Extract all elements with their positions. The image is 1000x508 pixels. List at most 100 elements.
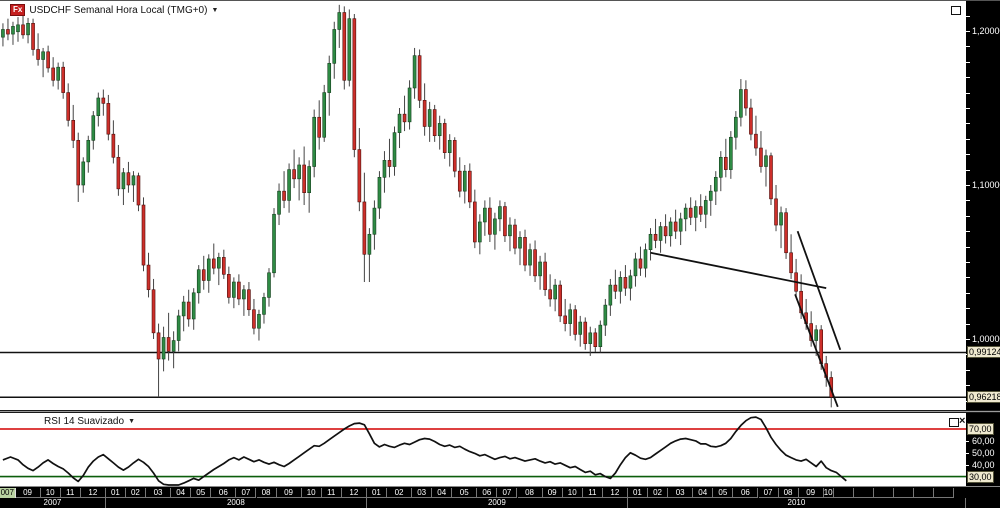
- candle-up: [232, 281, 236, 298]
- candle-down: [21, 24, 25, 36]
- month-cell: 07: [758, 488, 779, 498]
- candle-down: [593, 332, 598, 347]
- month-cell: 11: [582, 488, 603, 498]
- candle-up: [392, 132, 397, 167]
- candle-down: [613, 284, 618, 292]
- candle-up: [287, 169, 291, 201]
- candle-down: [136, 175, 141, 206]
- month-cell: 10: [40, 488, 61, 498]
- candle-down: [583, 321, 588, 344]
- month-cell: 10: [301, 488, 322, 498]
- month-cell: 09: [542, 488, 563, 498]
- candle-down: [31, 22, 35, 50]
- candle-down: [166, 337, 171, 352]
- chevron-down-icon[interactable]: ▼: [128, 418, 135, 425]
- panel-divider[interactable]: [0, 410, 1000, 413]
- candle-down: [663, 226, 668, 237]
- month-cell: 09: [15, 488, 41, 498]
- price-tick: [966, 231, 970, 232]
- candle-up: [407, 87, 412, 123]
- price-line-label: 0,99124: [967, 346, 1000, 358]
- month-cell: 06: [211, 488, 237, 498]
- candle-up: [277, 190, 281, 215]
- candle-up: [196, 269, 201, 294]
- candle-up: [618, 277, 623, 292]
- candle-up: [262, 297, 266, 315]
- candle-up: [86, 140, 91, 163]
- price-line-label: 0,96218: [967, 391, 1000, 403]
- candle-down: [126, 172, 131, 186]
- candle-up: [332, 29, 337, 64]
- trend-line[interactable]: [650, 251, 827, 290]
- month-cell: 10: [823, 488, 834, 498]
- candlestick-chart[interactable]: [0, 1, 966, 486]
- rsi-overbought-label: 70,00: [967, 423, 994, 435]
- chart-title: USDCHF Semanal Hora Local (TMG+0): [29, 4, 208, 16]
- candle-up: [322, 92, 327, 138]
- candle-up: [588, 332, 593, 344]
- maximize-icon[interactable]: [951, 6, 961, 15]
- candle-up: [693, 206, 698, 218]
- candle-down: [6, 29, 10, 35]
- candle-down: [101, 97, 106, 104]
- candle-down: [653, 233, 658, 241]
- candle-up: [41, 51, 45, 60]
- price-tick: [966, 370, 970, 371]
- candle-up: [764, 155, 768, 167]
- chevron-down-icon[interactable]: ▼: [211, 7, 218, 14]
- candle-down: [302, 164, 306, 193]
- candle-up: [508, 224, 512, 237]
- time-axis[interactable]: 007 09 10 11 12 01 02 03 04 05 06 07 08 09 10 11 12 01 02 0…: [0, 486, 1000, 508]
- candle-down: [282, 190, 286, 201]
- candle-up: [493, 218, 497, 235]
- candle-down: [292, 169, 296, 180]
- candle-down: [673, 221, 678, 232]
- candle-up: [643, 249, 648, 269]
- candle-down: [156, 332, 161, 360]
- month-cell: 10: [562, 488, 583, 498]
- price-tick: [966, 200, 970, 201]
- candle-down: [754, 133, 758, 149]
- month-cell: 04: [693, 488, 714, 498]
- candle-down: [452, 140, 457, 172]
- candle-down: [342, 12, 347, 81]
- candle-down: [186, 301, 191, 320]
- candle-down: [51, 67, 55, 81]
- candle-up: [648, 233, 653, 250]
- candle-down: [774, 198, 778, 226]
- month-cell: 07: [236, 488, 257, 498]
- candle-up: [81, 161, 86, 186]
- candle-down: [357, 149, 362, 203]
- month-cell: 04: [432, 488, 453, 498]
- candle-up: [739, 89, 743, 118]
- chart-canvas[interactable]: [0, 1, 966, 486]
- candle-up: [437, 123, 442, 137]
- price-tick: [966, 385, 970, 386]
- candle-down: [513, 224, 517, 249]
- candle-up: [11, 26, 15, 35]
- candle-up: [297, 164, 301, 180]
- trend-line[interactable]: [794, 294, 839, 408]
- candle-up: [412, 55, 417, 89]
- month-cell: 08: [256, 488, 277, 498]
- candle-down: [457, 170, 462, 192]
- candle-down: [432, 109, 437, 137]
- candle-up: [327, 63, 332, 93]
- rsi-close-icon[interactable]: ×: [959, 416, 965, 427]
- candle-up: [382, 160, 387, 178]
- candle-down: [247, 289, 251, 311]
- candle-up: [337, 12, 342, 30]
- price-axis[interactable]: 1,20000 1,10000 1,00000 0,99124 0,96218 60,00…: [966, 1, 1000, 486]
- candle-down: [66, 92, 70, 121]
- candle-down: [222, 257, 226, 275]
- candle-up: [678, 218, 683, 232]
- candle-up: [1, 29, 5, 38]
- rsi-maximize-icon[interactable]: [949, 418, 959, 427]
- price-tick: [966, 216, 970, 217]
- month-cell: 11: [60, 488, 81, 498]
- month-cell: 11: [321, 488, 342, 498]
- trend-line[interactable]: [796, 230, 842, 351]
- candle-down: [61, 66, 65, 93]
- candle-down: [503, 206, 507, 237]
- candle-down: [237, 281, 241, 300]
